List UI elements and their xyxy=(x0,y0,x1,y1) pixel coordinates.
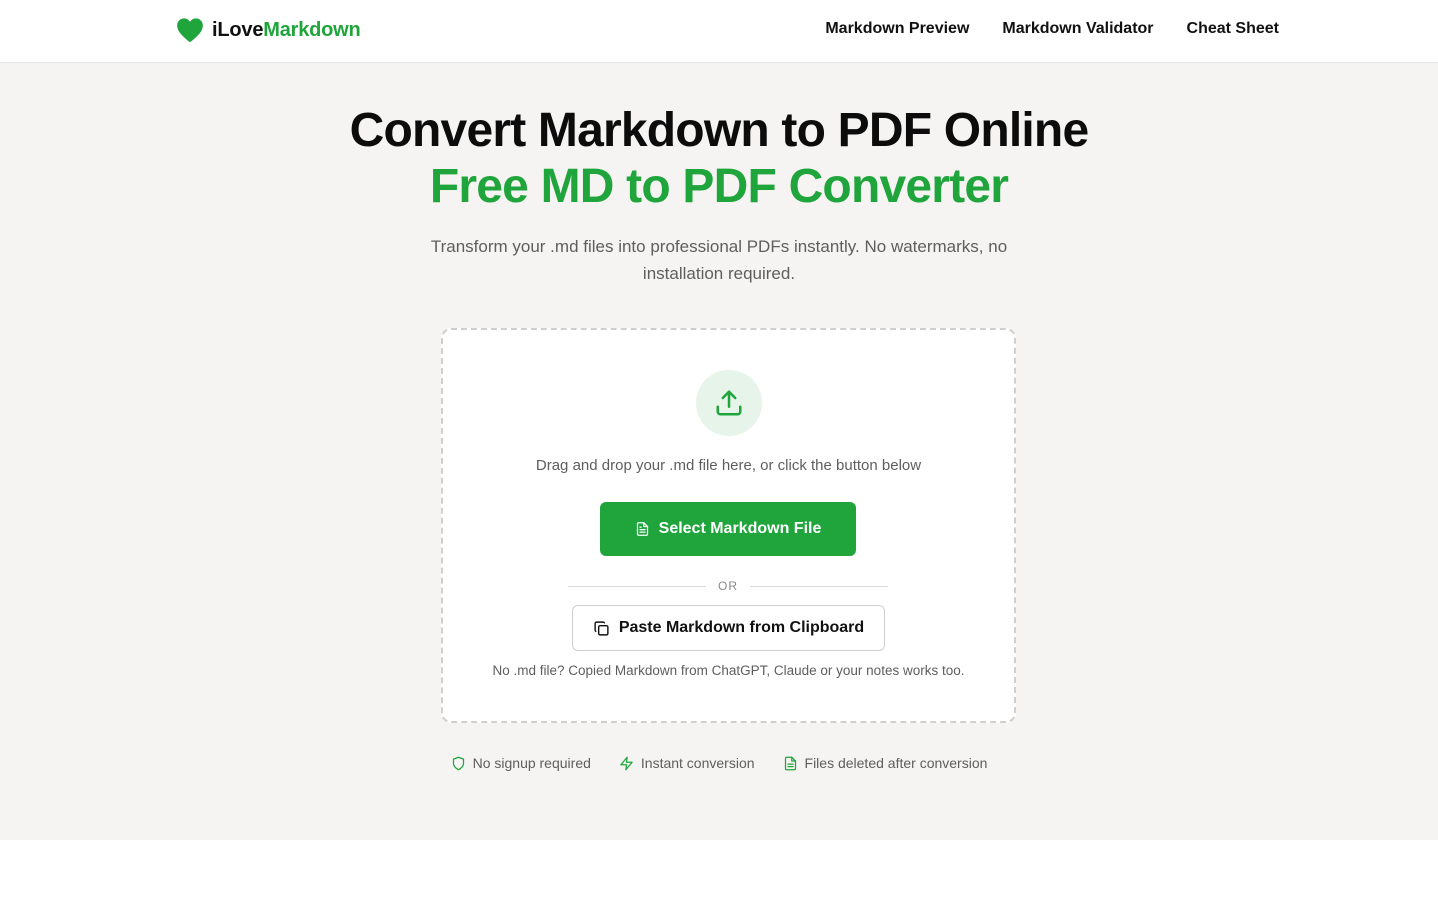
or-label: OR xyxy=(718,579,738,593)
file-dropzone[interactable]: Drag and drop your .md file here, or cli… xyxy=(441,328,1016,723)
paste-clipboard-label: Paste Markdown from Clipboard xyxy=(618,619,865,636)
site-header: iLoveMarkdown Markdown Preview Markdown … xyxy=(0,0,1438,63)
or-divider: OR xyxy=(568,577,888,595)
clipboard-hint: No .md file? Copied Markdown from ChatGP… xyxy=(492,663,965,678)
nav-cheat-sheet[interactable]: Cheat Sheet xyxy=(1187,18,1279,40)
nav-markdown-preview[interactable]: Markdown Preview xyxy=(825,18,969,40)
lightning-icon xyxy=(620,756,633,770)
feature-list: No signup required Instant conversion Fi… xyxy=(0,755,1438,771)
brand-name: iLoveMarkdown xyxy=(212,19,361,42)
main-nav: Markdown Preview Markdown Validator Chea… xyxy=(825,18,1279,40)
feature-label: No signup required xyxy=(472,755,591,771)
brand-name-part2: Markdown xyxy=(263,18,361,41)
feature-label: Files deleted after conversion xyxy=(804,755,988,771)
heart-icon xyxy=(177,18,203,43)
dropzone-instruction: Drag and drop your .md file here, or cli… xyxy=(535,457,922,474)
feature-label: Instant conversion xyxy=(640,755,755,771)
page-subtitle-headline: Free MD to PDF Converter xyxy=(429,160,1009,213)
shield-icon xyxy=(452,756,464,770)
copy-icon xyxy=(594,620,609,636)
feature-item: Instant conversion xyxy=(619,755,755,771)
select-file-label: Select Markdown File xyxy=(658,520,822,537)
hero-section: Convert Markdown to PDF Online Free MD t… xyxy=(0,63,1438,840)
nav-markdown-validator[interactable]: Markdown Validator xyxy=(1002,18,1153,40)
hero-description: Transform your .md files into profession… xyxy=(430,237,1008,283)
document-icon xyxy=(784,756,796,770)
page-title: Convert Markdown to PDF Online xyxy=(349,104,1090,157)
upload-icon xyxy=(716,390,742,416)
upload-icon-badge xyxy=(696,370,762,436)
paste-clipboard-button[interactable]: Paste Markdown from Clipboard xyxy=(572,605,885,651)
logo-link[interactable]: iLoveMarkdown xyxy=(176,16,361,44)
file-icon xyxy=(636,522,648,536)
feature-item: Files deleted after conversion xyxy=(783,755,988,771)
feature-item: No signup required xyxy=(451,755,591,771)
divider-line-right xyxy=(750,585,888,587)
select-file-button[interactable]: Select Markdown File xyxy=(600,502,856,556)
brand-name-part1: iLove xyxy=(212,18,264,41)
divider-line-left xyxy=(568,585,706,587)
